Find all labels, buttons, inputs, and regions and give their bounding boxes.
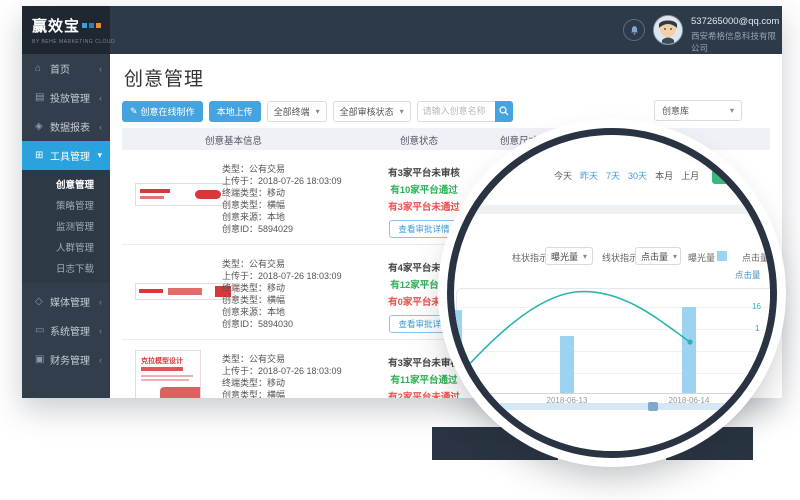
y-axis-tick: 16 bbox=[752, 302, 761, 311]
wallet-icon: ▣ bbox=[35, 354, 50, 365]
notification-bell-button[interactable] bbox=[623, 19, 645, 41]
logo-square-icon bbox=[89, 23, 94, 28]
y-axis-tick: 1 bbox=[755, 324, 759, 333]
screenshot-canvas: 赢效宝 BY BEHE MARKETING CLOUD bbox=[0, 0, 800, 500]
logo-text: 赢效宝 bbox=[32, 15, 80, 36]
logo-square-icon bbox=[96, 23, 101, 28]
local-upload-button[interactable]: 本地上传 bbox=[209, 101, 261, 122]
sidebar-subitem-creative[interactable]: 创意管理 bbox=[22, 173, 110, 194]
chevron-left-icon: ‹ bbox=[99, 297, 102, 307]
creative-details: 类型：公有交易 上传于：2018-07-26 18:03:09 终端类型：移动 … bbox=[222, 353, 342, 398]
account-company: 西安希格信息科技有限公司 bbox=[691, 30, 782, 54]
col-basic-info: 创意基本信息 bbox=[205, 133, 262, 147]
thumbnail-title: 克拉模型设计 bbox=[141, 356, 183, 366]
create-online-button[interactable]: ✎ 创意在线制作 bbox=[122, 101, 203, 122]
tools-icon: ⊞ bbox=[35, 150, 50, 161]
chevron-left-icon: ‹ bbox=[99, 64, 102, 74]
sidebar-subitem-logs[interactable]: 日志下载 bbox=[22, 257, 110, 278]
document-icon: ▤ bbox=[35, 92, 50, 103]
creative-thumbnail[interactable] bbox=[135, 183, 227, 206]
sidebar: ⌂ 首页 ‹ ▤ 投放管理 ‹ ◈ 数据报表 ‹ ⊞ 工具管理 ▾ 创意管理 策 bbox=[22, 54, 110, 398]
drop-icon: ◇ bbox=[35, 296, 50, 307]
logo-square-icon bbox=[82, 23, 87, 28]
sidebar-subitem-strategy[interactable]: 策略管理 bbox=[22, 194, 110, 215]
search-icon bbox=[499, 106, 509, 116]
creative-thumbnail[interactable]: 克拉模型设计 bbox=[135, 350, 201, 398]
audit-status-filter-dropdown[interactable]: 全部审核状态 bbox=[333, 101, 411, 122]
search-button[interactable] bbox=[495, 101, 513, 122]
sidebar-subitem-audience[interactable]: 人群管理 bbox=[22, 236, 110, 257]
magnifier-circle: 今天 昨天 7天 30天 本月 上月 柱状指示: 曝光量 线状指示: 点击量 曝… bbox=[447, 128, 777, 458]
toolbar: ✎ 创意在线制作 本地上传 全部终端 全部审核状态 bbox=[122, 100, 513, 122]
page-title: 创意管理 bbox=[124, 64, 204, 91]
sidebar-item-home[interactable]: ⌂ 首页 ‹ bbox=[22, 54, 110, 83]
sidebar-subitem-monitor[interactable]: 监测管理 bbox=[22, 215, 110, 236]
top-header-bar: 赢效宝 BY BEHE MARKETING CLOUD bbox=[22, 6, 782, 54]
creative-details: 类型：公有交易 上传于：2018-07-26 18:03:09 终端类型：移动 … bbox=[222, 163, 342, 235]
sidebar-item-reports[interactable]: ◈ 数据报表 ‹ bbox=[22, 112, 110, 141]
logo[interactable]: 赢效宝 BY BEHE MARKETING CLOUD bbox=[22, 6, 110, 54]
chevron-left-icon: ‹ bbox=[99, 326, 102, 336]
library-dropdown[interactable]: 创意库 bbox=[654, 100, 742, 121]
view-audit-detail-button[interactable]: 查看审批详情 bbox=[389, 220, 458, 238]
chevron-left-icon: ‹ bbox=[99, 93, 102, 103]
cube-icon: ◈ bbox=[35, 121, 50, 132]
sidebar-item-tools[interactable]: ⊞ 工具管理 ▾ bbox=[22, 141, 110, 170]
account-email: 537265000@qq.com bbox=[691, 16, 782, 27]
chevron-left-icon: ‹ bbox=[99, 355, 102, 365]
sidebar-item-system[interactable]: ▭ 系统管理 ‹ bbox=[22, 316, 110, 345]
creative-thumbnail[interactable] bbox=[135, 283, 235, 300]
sidebar-submenu: 创意管理 策略管理 监测管理 人群管理 日志下载 bbox=[22, 170, 110, 283]
chart-scrollbar-handle[interactable] bbox=[648, 402, 658, 411]
search-input[interactable] bbox=[417, 101, 495, 122]
logo-tagline: BY BEHE MARKETING CLOUD bbox=[32, 39, 110, 45]
sidebar-item-delivery[interactable]: ▤ 投放管理 ‹ bbox=[22, 83, 110, 112]
terminal-filter-dropdown[interactable]: 全部终端 bbox=[267, 101, 327, 122]
line-endpoint-dot bbox=[687, 339, 692, 344]
chart-scrollbar-track[interactable] bbox=[478, 403, 730, 410]
account-info[interactable]: 537265000@qq.com 西安希格信息科技有限公司 bbox=[691, 16, 782, 54]
col-status: 创意状态 bbox=[400, 133, 438, 147]
sidebar-item-media[interactable]: ◇ 媒体管理 ‹ bbox=[22, 287, 110, 316]
bell-icon bbox=[629, 25, 640, 36]
chevron-down-icon: ▾ bbox=[97, 150, 102, 161]
creative-details: 类型：公有交易 上传于：2018-07-26 18:03:09 终端类型：移动 … bbox=[222, 258, 342, 330]
avatar[interactable] bbox=[653, 15, 683, 45]
pen-icon: ✎ bbox=[130, 106, 138, 117]
home-icon: ⌂ bbox=[35, 63, 50, 74]
monitor-icon: ▭ bbox=[35, 325, 50, 336]
chevron-left-icon: ‹ bbox=[99, 122, 102, 132]
sidebar-item-finance[interactable]: ▣ 财务管理 ‹ bbox=[22, 345, 110, 374]
avatar-face-icon bbox=[654, 16, 682, 44]
